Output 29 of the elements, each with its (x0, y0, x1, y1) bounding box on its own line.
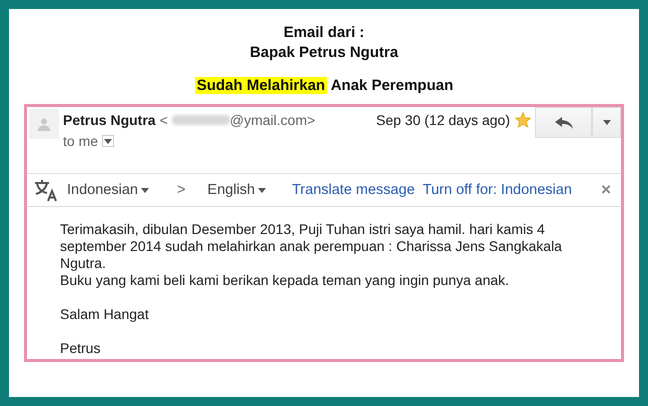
turn-off-link[interactable]: Turn off for: Indonesian (422, 182, 572, 198)
avatar-icon (29, 109, 59, 139)
arrow-separator: > (176, 182, 186, 198)
star-icon[interactable] (514, 111, 532, 129)
caret-icon (104, 138, 112, 144)
caret-icon (258, 188, 266, 192)
source-language-dropdown[interactable]: Indonesian (67, 182, 149, 198)
recipient-label: to me (63, 133, 98, 149)
message-paragraph: Buku yang kami beli kami berikan kepada teman yang ingin punya anak. (60, 272, 510, 289)
headline: Sudah Melahirkan Anak Perempuan (194, 77, 454, 94)
translate-icon (33, 178, 59, 202)
target-language-dropdown[interactable]: English (207, 182, 266, 198)
reply-icon (554, 116, 572, 128)
redaction-mark (172, 115, 230, 125)
more-button[interactable] (592, 107, 621, 138)
message-paragraph: Petrus (60, 340, 102, 357)
reply-button[interactable] (535, 107, 592, 138)
sender-name: Petrus Ngutra (63, 112, 156, 128)
details-toggle[interactable] (102, 135, 114, 147)
heading: Email dari : Bapak Petrus Ngutra (250, 23, 398, 63)
message-paragraph: Terimakasih, dibulan Desember 2013, Puji Tuhan istri saya hamil. hari kamis 4 september 2014 sudah melahirkan anak perempuan : Charissa Jens Sangkakala Ngutra. (60, 221, 563, 272)
address-bracket: < (160, 112, 168, 128)
email-address: @ymail.com> (230, 112, 316, 128)
message-paragraph: Salam Hangat (60, 306, 150, 323)
email-date: Sep 30 (12 days ago) (376, 112, 510, 128)
caret-icon (140, 188, 149, 192)
translate-message-link[interactable]: Translate message (292, 182, 415, 198)
close-button[interactable]: × (601, 180, 611, 200)
caret-icon (602, 120, 610, 125)
